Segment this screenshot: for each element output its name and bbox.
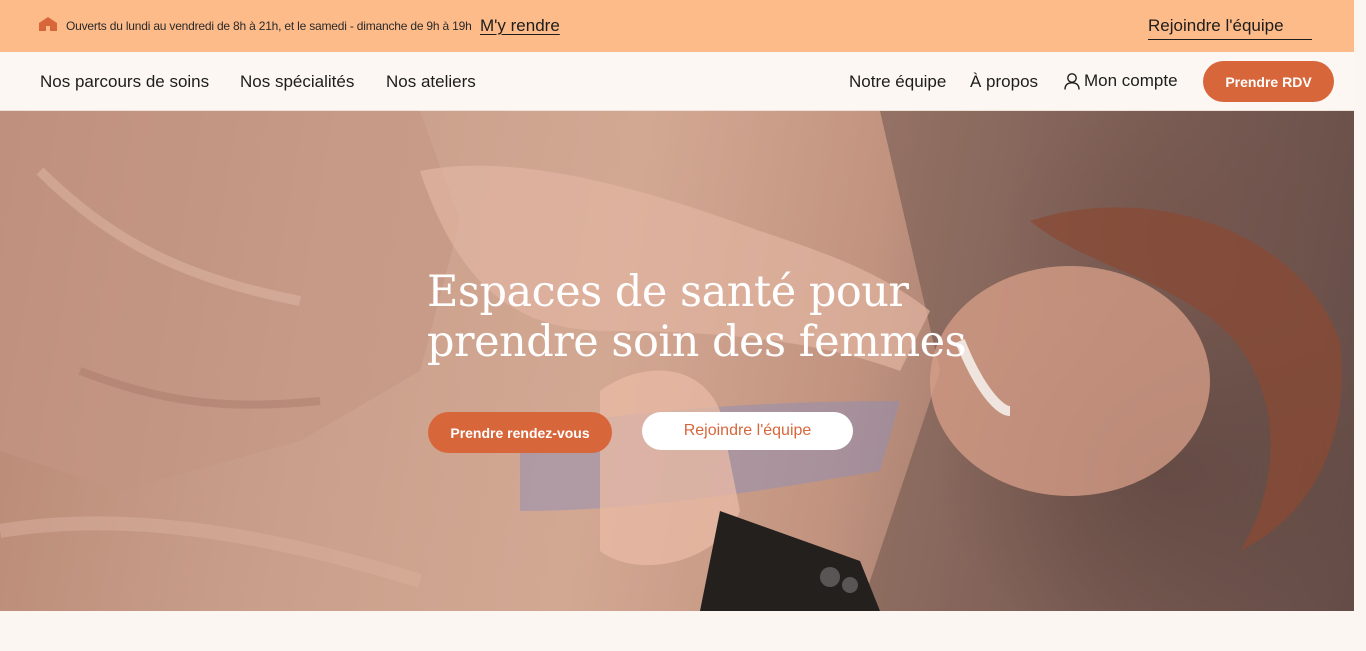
scrollbar[interactable] <box>1354 0 1366 611</box>
info-bar: Ouverts du lundi au vendredi de 8h à 21h… <box>0 0 1354 52</box>
book-appointment-button[interactable]: Prendre RDV <box>1203 61 1334 102</box>
home-icon <box>39 17 57 31</box>
main-nav: Nos parcours de soins Nos spécialités No… <box>0 52 1354 111</box>
join-team-link[interactable]: Rejoindre l'équipe <box>1148 16 1312 40</box>
nav-care-paths[interactable]: Nos parcours de soins <box>40 72 209 92</box>
nav-team[interactable]: Notre équipe <box>849 72 946 92</box>
book-appointment-hero-button[interactable]: Prendre rendez-vous <box>428 412 612 453</box>
hero-title-line2: prendre soin des femmes <box>427 317 967 367</box>
directions-link[interactable]: M'y rendre <box>480 16 560 36</box>
nav-account[interactable]: Mon compte <box>1063 71 1178 91</box>
join-team-hero-button[interactable]: Rejoindre l'équipe <box>642 412 853 450</box>
account-label: Mon compte <box>1084 71 1178 90</box>
opening-hours: Ouverts du lundi au vendredi de 8h à 21h… <box>66 19 472 33</box>
nav-about[interactable]: À propos <box>970 72 1038 92</box>
nav-specialties[interactable]: Nos spécialités <box>240 72 354 92</box>
user-icon <box>1064 73 1080 90</box>
page-bottom <box>0 611 1366 651</box>
hero-section: Espaces de santé pour prendre soin des f… <box>0 111 1354 611</box>
nav-workshops[interactable]: Nos ateliers <box>386 72 476 92</box>
hero-title: Espaces de santé pour prendre soin des f… <box>427 267 967 367</box>
hero-title-line1: Espaces de santé pour <box>427 267 909 317</box>
